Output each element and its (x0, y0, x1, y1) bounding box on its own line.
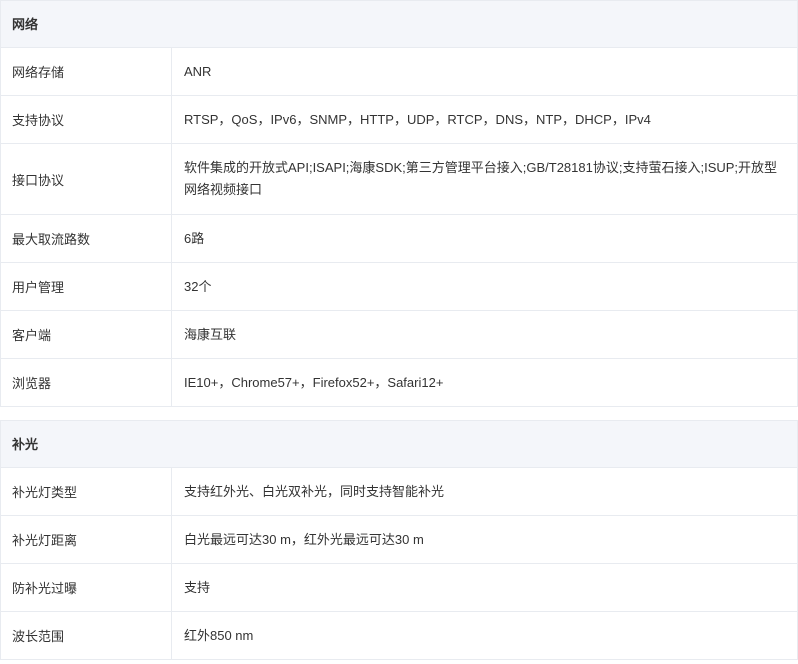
row-value: ANR (184, 63, 212, 79)
spec-table: 网络 网络存储 ANR 支持协议 RTSP，QoS，IPv6，SNMP，HTTP… (0, 0, 798, 660)
row-label: 用户管理 (1, 263, 172, 310)
row-label: 补光灯距离 (1, 516, 172, 563)
table-row: 接口协议 软件集成的开放式API;ISAPI;海康SDK;第三方管理平台接入;G… (1, 144, 797, 215)
table-row: 补光灯距离 白光最远可达30 m，红外光最远可达30 m (1, 516, 797, 564)
row-label: 网络存储 (1, 48, 172, 95)
row-label: 客户端 (1, 311, 172, 358)
row-value: 32个 (184, 278, 212, 294)
row-label: 接口协议 (1, 144, 172, 214)
section-title-fill-light: 补光 (1, 421, 797, 468)
table-row: 防补光过曝 支持 (1, 564, 797, 612)
table-row: 补光灯类型 支持红外光、白光双补光，同时支持智能补光 (1, 468, 797, 516)
row-label: 防补光过曝 (1, 564, 172, 611)
table-row: 最大取流路数 6路 (1, 215, 797, 263)
table-row: 用户管理 32个 (1, 263, 797, 311)
row-label: 最大取流路数 (1, 215, 172, 262)
table-row: 浏览器 IE10+，Chrome57+，Firefox52+，Safari12+ (1, 359, 797, 407)
table-row: 支持协议 RTSP，QoS，IPv6，SNMP，HTTP，UDP，RTCP，DN… (1, 96, 797, 144)
row-label: 波长范围 (1, 612, 172, 659)
row-value: 海康互联 (184, 326, 237, 342)
table-row: 波长范围 红外850 nm (1, 612, 797, 660)
table-row: 网络存储 ANR (1, 48, 797, 96)
row-label: 补光灯类型 (1, 468, 172, 515)
row-value: 红外850 nm (184, 627, 254, 643)
section-fill-light: 补光 补光灯类型 支持红外光、白光双补光，同时支持智能补光 补光灯距离 白光最远… (0, 420, 798, 660)
row-value: 支持红外光、白光双补光，同时支持智能补光 (184, 483, 445, 499)
row-label: 支持协议 (1, 96, 172, 143)
row-value: 软件集成的开放式API;ISAPI;海康SDK;第三方管理平台接入;GB/T28… (184, 160, 778, 197)
row-value: 6路 (184, 230, 205, 246)
section-network: 网络 网络存储 ANR 支持协议 RTSP，QoS，IPv6，SNMP，HTTP… (0, 0, 798, 407)
row-value: RTSP，QoS，IPv6，SNMP，HTTP，UDP，RTCP，DNS，NTP… (184, 111, 651, 127)
table-row: 客户端 海康互联 (1, 311, 797, 359)
row-value: 白光最远可达30 m，红外光最远可达30 m (184, 531, 424, 547)
section-title-network: 网络 (1, 1, 797, 48)
row-label: 浏览器 (1, 359, 172, 406)
row-value: 支持 (184, 579, 211, 595)
row-value: IE10+，Chrome57+，Firefox52+，Safari12+ (184, 374, 444, 390)
